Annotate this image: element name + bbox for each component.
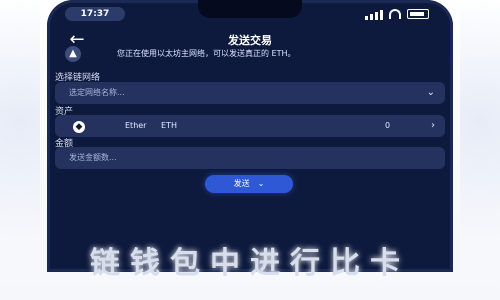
signal-icon [370,14,373,20]
wifi-icon [389,9,401,19]
phone-screen: 17:37 ← 发送交易 ▲ 您正在使用以太坊主网络，可以发送真正的 ETH。 … [47,0,453,272]
banner-text: 您正在使用以太坊主网络，可以发送真正的 ETH。 [117,49,296,58]
notch [198,0,302,18]
amount-input[interactable]: 发送金额数... [55,147,445,169]
network-warning-banner: ▲ 您正在使用以太坊主网络，可以发送真正的 ETH。 [57,44,443,64]
battery-icon [407,9,429,19]
amount-placeholder: 发送金额数... [69,153,117,162]
send-button-label: 发送 [233,179,250,188]
ether-icon: ◆ [73,121,85,133]
overlay-caption: 链钱包中进行比卡 [90,246,410,276]
signal-icon [375,12,378,20]
chevron-right-icon: › [431,120,435,131]
asset-select[interactable]: ◆ Ether ETH 0 › [55,115,445,137]
token-name: Ether [125,121,147,130]
chain-placeholder: 选定网络名称... [69,88,125,97]
signal-icon [380,10,383,20]
chain-select[interactable]: 选定网络名称... ⌄ [55,82,445,104]
token-symbol: ETH [161,121,177,130]
status-icons [365,8,435,20]
chevron-down-icon: ⌄ [426,87,435,98]
token-balance: 0 [385,121,391,130]
status-bar: 17:37 [47,0,453,24]
chevron-down-icon: ⌄ [257,179,265,188]
warning-icon: ▲ [65,46,81,62]
status-time: 17:37 [65,7,125,21]
signal-icon [365,16,368,20]
send-button[interactable]: 发送 ⌄ [205,175,293,193]
